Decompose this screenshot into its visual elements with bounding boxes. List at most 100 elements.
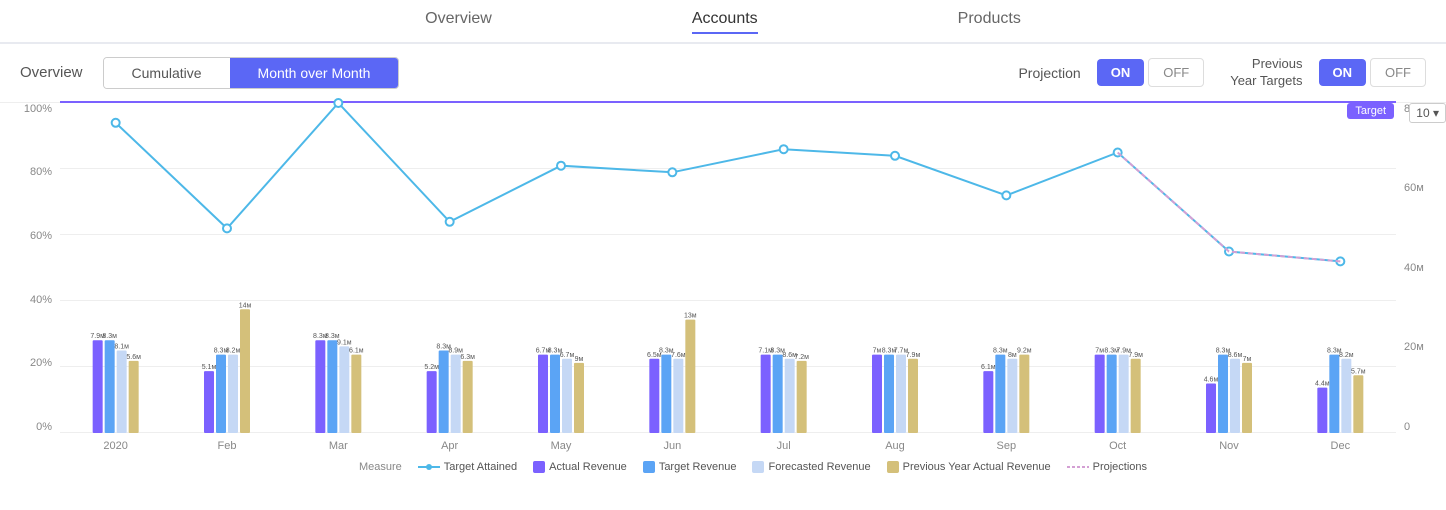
bar-val-2020-1: 8.3м [102, 333, 117, 340]
bar-val-2020-3: 5.6м [126, 354, 141, 361]
line-dot-3 [446, 218, 454, 226]
bar-val-2020-2: 8.1м [114, 343, 129, 350]
month-label-Apr: Apr [441, 440, 458, 452]
bar-val-Dec-2: 8.2м [1339, 352, 1354, 359]
bar-Mar-3 [351, 354, 361, 432]
bar-Mar-0 [315, 340, 325, 433]
bar-val-Apr-3: 6.3м [460, 354, 475, 361]
bar-Jun-3 [685, 319, 695, 432]
bar-val-Jun-2: 7.6м [671, 352, 686, 359]
bar-val-Sep-0: 6.1м [981, 364, 996, 371]
y-tick-40: 40% [30, 294, 52, 306]
bar-val-Nov-3: 7м [1243, 356, 1252, 363]
plot-area: 7.9м8.3м8.1м5.6м20205.1м8.3м8.2м14мFeb8.… [60, 103, 1396, 433]
legend-ar-label: Actual Revenue [549, 461, 627, 473]
bar-val-Feb-0: 5.1м [202, 364, 217, 371]
bar-Sep-3 [1019, 354, 1029, 432]
bar-val-Jun-3: 13м [684, 312, 697, 319]
bar-val-Sep-2: 8м [1008, 352, 1017, 359]
y-right-60: 60м [1404, 182, 1424, 194]
y-tick-60: 60% [30, 230, 52, 242]
legend-target-attained: Target Attained [418, 461, 517, 473]
month-label-Feb: Feb [218, 440, 237, 452]
prev-year-off-btn[interactable]: OFF [1370, 58, 1426, 87]
legend-fr-color [752, 461, 764, 473]
month-over-month-btn[interactable]: Month over Month [230, 58, 399, 88]
bar-Apr-1 [439, 350, 449, 433]
legend: Measure Target Attained Actual Revenue T… [60, 461, 1446, 473]
legend-py-label: Previous Year Actual Revenue [903, 461, 1051, 473]
month-label-Oct: Oct [1109, 440, 1126, 452]
nav-accounts[interactable]: Accounts [692, 10, 758, 34]
bar-2020-3 [129, 361, 139, 433]
legend-prev-year: Previous Year Actual Revenue [887, 461, 1051, 473]
bar-Mar-2 [339, 346, 349, 433]
bar-val-Feb-3: 14м [239, 302, 252, 309]
bar-Aug-1 [884, 354, 894, 432]
legend-tr-color [643, 461, 655, 473]
line-dot-1 [223, 224, 231, 232]
bar-Apr-3 [463, 361, 473, 433]
toolbar: Overview Cumulative Month over Month Pro… [0, 44, 1446, 103]
bar-Nov-2 [1230, 359, 1240, 433]
bar-Mar-1 [327, 340, 337, 433]
month-label-Nov: Nov [1219, 440, 1239, 452]
bar-val-Feb-2: 8.2м [226, 347, 241, 354]
bar-Nov-3 [1242, 363, 1252, 433]
projection-on-btn[interactable]: ON [1097, 59, 1145, 86]
bar-val-Dec-0: 4.4м [1315, 380, 1330, 387]
y-right-20: 20м [1404, 341, 1424, 353]
projection-off-btn[interactable]: OFF [1148, 58, 1204, 87]
bar-val-Apr-0: 5.2м [424, 364, 439, 371]
bar-Sep-0 [983, 371, 993, 433]
bar-Oct-0 [1095, 354, 1105, 432]
bar-val-Aug-3: 7.9м [906, 352, 921, 359]
bar-val-Sep-1: 8.3м [993, 347, 1008, 354]
month-label-Aug: Aug [885, 440, 905, 452]
bar-val-Nov-2: 8.6м [1228, 352, 1243, 359]
y-tick-0: 0% [36, 421, 52, 433]
prev-year-on-btn[interactable]: ON [1319, 59, 1367, 86]
legend-target-revenue: Target Revenue [643, 461, 737, 473]
bar-Sep-1 [995, 354, 1005, 432]
bar-May-2 [562, 359, 572, 433]
legend-py-color [887, 461, 899, 473]
chart-container: 0% 20% 40% 60% 80% 100% 0 20м 40м 60м 80… [0, 103, 1446, 473]
bar-val-Mar-3: 6.1м [349, 347, 364, 354]
y-tick-100: 100% [24, 103, 52, 115]
dropdown-10[interactable]: 10 ▾ [1409, 103, 1446, 123]
month-label-May: May [551, 440, 572, 452]
legend-actual-revenue: Actual Revenue [533, 461, 627, 473]
line-dot-0 [112, 119, 120, 127]
legend-forecasted-revenue: Forecasted Revenue [752, 461, 870, 473]
bar-Nov-0 [1206, 383, 1216, 433]
month-label-Dec: Dec [1331, 440, 1351, 452]
month-label-Jul: Jul [777, 440, 791, 452]
bar-val-Jul-3: 7.2м [794, 354, 809, 361]
line-dot-5 [668, 168, 676, 176]
bar-Feb-3 [240, 309, 250, 433]
cumulative-btn[interactable]: Cumulative [104, 58, 230, 88]
bar-Jun-0 [649, 359, 659, 433]
bar-May-1 [550, 354, 560, 432]
month-label-Jun: Jun [663, 440, 681, 452]
line-dot-4 [557, 161, 565, 169]
bar-Feb-0 [204, 371, 214, 433]
prev-year-toggle: ON OFF [1319, 58, 1427, 87]
bar-Apr-0 [427, 371, 437, 433]
bar-Dec-3 [1353, 375, 1363, 433]
bar-2020-2 [117, 350, 127, 433]
bar-Jun-1 [661, 354, 671, 432]
month-label-Sep: Sep [997, 440, 1017, 452]
y-right-40: 40м [1404, 262, 1424, 274]
nav-products[interactable]: Products [958, 10, 1021, 34]
projection-toggle: ON OFF [1097, 58, 1205, 87]
month-label-2020: 2020 [103, 440, 127, 452]
bar-Jun-2 [673, 359, 683, 433]
y-axis-right: 0 20м 40м 60м 80м [1396, 103, 1446, 433]
bar-Dec-0 [1317, 387, 1327, 432]
legend-ar-color [533, 461, 545, 473]
nav-overview[interactable]: Overview [425, 10, 492, 34]
y-tick-20: 20% [30, 357, 52, 369]
measure-label: Measure [359, 461, 402, 473]
